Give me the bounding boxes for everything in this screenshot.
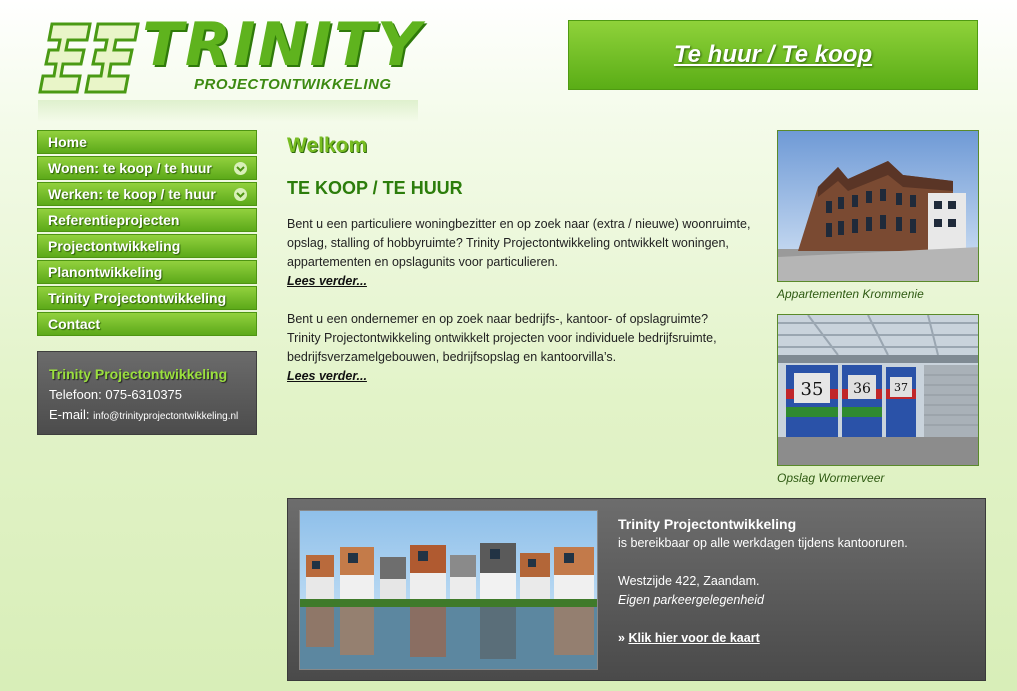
- photo-block-wormerveer[interactable]: 35 36 37 Opslag Wormerveer: [777, 314, 979, 485]
- paragraph-line: Bent u een ondernemer en op zoek naar be…: [287, 312, 709, 326]
- photo-block-krommenie[interactable]: Appartementen Krommenie: [777, 130, 979, 301]
- map-link-row: » Klik hier voor de kaart: [618, 629, 908, 648]
- page-title: Welkom: [287, 134, 368, 157]
- paragraph-line: bedrijfsverzamelgebouwen, bedrijfsopslag…: [287, 350, 617, 364]
- te-huur-te-koop-banner[interactable]: Te huur / Te koop: [568, 20, 978, 90]
- location-info: Trinity Projectontwikkeling is bereikbaa…: [618, 515, 908, 648]
- nav-item-planontwikkeling[interactable]: Planontwikkeling: [37, 260, 257, 284]
- parking-info: Eigen parkeergelegenheid: [618, 593, 764, 607]
- paragraph-line: Bent u een particuliere woningbezitter e…: [287, 217, 751, 231]
- unit-number-35: 35: [801, 379, 824, 400]
- unit-number-37: 37: [894, 381, 908, 394]
- nav-item-wonen[interactable]: Wonen: te koop / te huur: [37, 156, 257, 180]
- nav-item-label: Planontwikkeling: [48, 264, 163, 280]
- section-title: TE KOOP / TE HUUR: [287, 178, 463, 198]
- photo-opslag-wormerveer[interactable]: 35 36 37: [777, 314, 979, 466]
- nav-item-home[interactable]: Home: [37, 130, 257, 154]
- logo-reflection: [38, 100, 418, 122]
- nav-item-trinity[interactable]: Trinity Projectontwikkeling: [37, 286, 257, 310]
- photo-appartementen-krommenie[interactable]: [777, 130, 979, 282]
- office-photo: [299, 510, 598, 670]
- unit-number-36: 36: [853, 381, 871, 397]
- banner-label: Te huur / Te koop: [673, 41, 873, 68]
- read-more-link-wonen[interactable]: Lees verder...: [287, 272, 757, 291]
- logo[interactable]: 33 TRINITY PROJECTONTWIKKELING: [38, 10, 420, 122]
- nav-item-label: Projectontwikkeling: [48, 238, 181, 254]
- sidebar-nav: Home Wonen: te koop / te huur Werken: te…: [37, 130, 257, 338]
- read-more-link-werken[interactable]: Lees verder...: [287, 367, 757, 386]
- chevron-down-icon: [234, 188, 247, 201]
- intro-particulier: Bent u een particuliere woningbezitter e…: [287, 215, 757, 386]
- nav-item-label: Wonen: te koop / te huur: [48, 160, 212, 176]
- nav-item-referentieprojecten[interactable]: Referentieprojecten: [37, 208, 257, 232]
- logo-subtitle: PROJECTONTWIKKELING: [194, 76, 392, 93]
- contact-phone: Telefoon: 075-6310375: [49, 387, 183, 402]
- address: Westzijde 422, Zaandam.: [618, 574, 760, 588]
- contact-email-line: E-mail: info@trinityprojectontwikkeling.…: [49, 407, 256, 422]
- contact-email-link[interactable]: info@trinityprojectontwikkeling.nl: [93, 411, 238, 422]
- map-link[interactable]: Klik hier voor de kaart: [628, 631, 759, 645]
- map-link-arrow: »: [618, 631, 629, 645]
- logo-title: TRINITY: [142, 10, 423, 80]
- nav-item-projectontwikkeling[interactable]: Projectontwikkeling: [37, 234, 257, 258]
- nav-item-werken[interactable]: Werken: te koop / te huur: [37, 182, 257, 206]
- opening-hours: is bereikbaar op alle werkdagen tijdens …: [618, 536, 908, 550]
- photo-caption: Appartementen Krommenie: [777, 287, 924, 301]
- nav-item-label: Contact: [48, 316, 101, 332]
- contact-title: Trinity Projectontwikkeling: [49, 366, 228, 382]
- chevron-down-icon: [234, 162, 247, 175]
- photo-caption: Opslag Wormerveer: [777, 471, 885, 485]
- contact-box: Trinity Projectontwikkeling Telefoon: 07…: [37, 351, 257, 435]
- contact-email-label: E-mail:: [49, 407, 94, 422]
- nav-item-contact[interactable]: Contact: [37, 312, 257, 336]
- paragraph-line: appartementen en opslagunits voor partic…: [287, 255, 559, 269]
- main-content: Welkom TE KOOP / TE HUUR Bent u een part…: [287, 134, 757, 386]
- location-box: Trinity Projectontwikkeling is bereikbaa…: [287, 498, 986, 681]
- nav-item-label: Trinity Projectontwikkeling: [48, 290, 227, 306]
- nav-item-label: Werken: te koop / te huur: [48, 186, 216, 202]
- logo-mark-icon: 33: [38, 22, 140, 94]
- paragraph-line: opslag, stalling of hobbyruimte? Trinity…: [287, 236, 729, 250]
- nav-item-label: Referentieprojecten: [48, 212, 180, 228]
- paragraph-line: Trinity Projectontwikkeling ontwikkelt p…: [287, 331, 717, 345]
- nav-item-label: Home: [48, 134, 87, 150]
- location-title: Trinity Projectontwikkeling: [618, 516, 797, 532]
